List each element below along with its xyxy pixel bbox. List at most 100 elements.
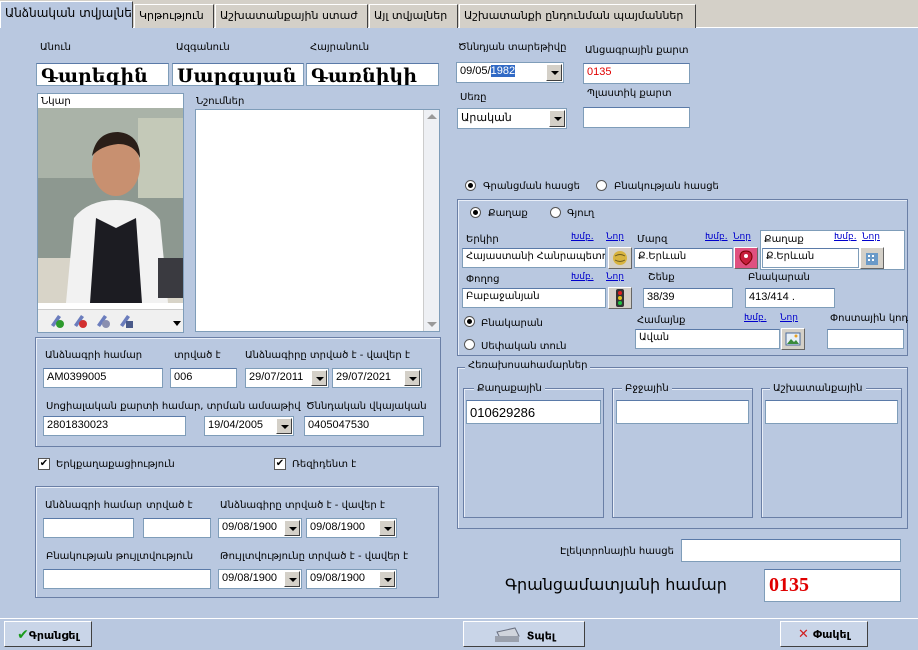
chevron-down-icon[interactable] — [549, 110, 565, 127]
print-button[interactable]: Տպել — [463, 621, 585, 647]
permit-date-from[interactable]: 09/08/1900 — [218, 569, 302, 589]
name-field[interactable]: Գարեգին — [36, 63, 169, 86]
building-label: Շենք — [648, 272, 675, 283]
birthcert-field[interactable]: 0405047530 — [304, 416, 424, 436]
city-edit-link[interactable]: Խմբ. — [834, 232, 857, 242]
print-button-label: Տպել — [526, 629, 556, 643]
passport-issued-label: տրված է — [174, 350, 221, 361]
notes-scrollbar[interactable] — [423, 110, 439, 331]
work-phone-label: Աշխատանքային — [770, 383, 866, 394]
work-phone-field[interactable] — [765, 400, 898, 424]
apartment-radio[interactable] — [464, 316, 475, 327]
tab-personal[interactable]: Անձնական տվյալներ — [0, 1, 133, 29]
passport2-number-field[interactable] — [43, 518, 134, 538]
map-pin-icon[interactable] — [734, 247, 758, 269]
edit-photo-icon[interactable] — [93, 311, 111, 332]
surname-label: Ազգանուն — [176, 42, 230, 53]
birthdate-picker[interactable]: 09/05/1982 — [456, 62, 564, 83]
street-field[interactable]: Բաբաջանյան — [462, 288, 606, 308]
residence-permit-field[interactable] — [43, 569, 211, 589]
ssn-label: Սոցիալական քարտի համար, տրման ամսաթիվ — [46, 401, 301, 412]
ssn-field[interactable]: 2801830023 — [43, 416, 186, 436]
city-phone-field[interactable]: 010629286 — [466, 400, 601, 424]
passport-issued-field[interactable]: 006 — [170, 368, 237, 388]
community-edit-link[interactable]: Խմբ. — [744, 313, 767, 323]
village-radio[interactable] — [550, 207, 561, 218]
gender-select[interactable]: Արական — [457, 108, 567, 129]
postal-code-field[interactable] — [827, 329, 904, 349]
birthdate-year[interactable]: 1982 — [490, 65, 516, 77]
dual-citizenship-checkbox[interactable]: ✔ — [38, 458, 50, 470]
city-radio[interactable] — [470, 207, 481, 218]
resident-label: Ռեզիդենտ է — [292, 459, 357, 470]
building-field[interactable]: 38/39 — [643, 288, 733, 308]
house-radio[interactable] — [464, 339, 475, 350]
email-field[interactable] — [681, 539, 901, 562]
passport-date-from[interactable]: 29/07/2011 — [245, 368, 329, 388]
chevron-down-icon[interactable] — [172, 318, 182, 328]
community-new-link[interactable]: Նոր — [780, 313, 798, 323]
chevron-down-icon[interactable] — [546, 64, 562, 81]
tab-other[interactable]: Այլ տվյալներ — [369, 4, 458, 28]
globe-icon[interactable] — [608, 247, 632, 269]
birthdate-label: Ծննդյան տարեթիվը — [458, 42, 567, 53]
ssn-date[interactable]: 19/04/2005 — [204, 416, 294, 436]
passport2-number-label: Անձնագրի համար — [45, 500, 143, 511]
street-new-link[interactable]: Նոր — [606, 272, 624, 282]
street-edit-link[interactable]: Խմբ. — [571, 272, 594, 282]
chevron-down-icon[interactable] — [379, 520, 395, 536]
city-field[interactable]: Ք.Երևան — [762, 248, 859, 268]
tab-education[interactable]: Կրթություն — [134, 4, 214, 28]
building-icon[interactable] — [860, 247, 884, 269]
registration-address-radio[interactable] — [465, 180, 476, 191]
delete-photo-icon[interactable] — [70, 311, 88, 332]
traffic-light-icon[interactable] — [608, 287, 632, 309]
plastic-card-label: Պլաստիկ քարտ — [587, 88, 672, 99]
dual-citizenship-label: Երկքաղաքացիություն — [56, 459, 175, 470]
chevron-down-icon[interactable] — [284, 571, 300, 587]
passport-date-to[interactable]: 29/07/2021 — [332, 368, 422, 388]
passcard-field[interactable]: 0135 — [583, 63, 690, 84]
country-edit-link[interactable]: Խմբ. — [571, 232, 594, 242]
chevron-down-icon[interactable] — [311, 370, 327, 386]
surname-field[interactable]: Սարգսյան — [172, 63, 304, 86]
permit-date-to[interactable]: 09/08/1900 — [306, 569, 397, 589]
village-radio-label: Գյուղ — [567, 208, 595, 219]
chevron-down-icon[interactable] — [379, 571, 395, 587]
city-new-link[interactable]: Նոր — [862, 232, 880, 242]
patronymic-field[interactable]: Գառնիկի — [306, 63, 439, 86]
chevron-down-icon[interactable] — [284, 520, 300, 536]
patronymic-label: Հայրանուն — [310, 42, 370, 53]
registry-number-field[interactable]: 0135 — [764, 569, 901, 602]
country-field[interactable]: Հայաստանի Հանրապետություն — [462, 248, 606, 268]
passport2-date-from[interactable]: 09/08/1900 — [218, 518, 302, 538]
community-field[interactable]: Ավան — [635, 329, 780, 349]
passport-date-to-value: 29/07/2021 — [336, 371, 392, 383]
passport2-date-to[interactable]: 09/08/1900 — [306, 518, 397, 538]
scan-photo-icon[interactable] — [116, 311, 134, 332]
mobile-phone-field[interactable] — [616, 400, 749, 424]
region-new-link[interactable]: Նոր — [733, 232, 751, 242]
plastic-card-field[interactable] — [583, 107, 690, 128]
email-label: Էլեկտրոնային հասցե — [560, 546, 674, 557]
add-photo-icon[interactable] — [47, 311, 65, 332]
chevron-down-icon[interactable] — [404, 370, 420, 386]
apartment-field[interactable]: 413/414 . — [745, 288, 835, 308]
region-field[interactable]: Ք.Երևան — [634, 248, 733, 268]
passport-number-field[interactable]: AM0399005 — [43, 368, 163, 388]
close-button[interactable]: ✕ Փակել — [780, 621, 868, 647]
region-edit-link[interactable]: Խմբ. — [705, 232, 728, 242]
permit-date-from-value: 09/08/1900 — [222, 572, 278, 584]
photo-label: Նկար — [41, 96, 71, 107]
passport2-issued-field[interactable] — [143, 518, 211, 538]
country-new-link[interactable]: Նոր — [606, 232, 624, 242]
register-button[interactable]: ✔Գրանցել — [4, 621, 92, 647]
chevron-down-icon[interactable] — [276, 418, 292, 434]
tab-hiring-terms[interactable]: Աշխատանքի ընդունման պայմաններ — [459, 4, 696, 28]
picture-icon[interactable] — [781, 328, 805, 350]
resident-checkbox[interactable]: ✔ — [274, 458, 286, 470]
tab-work-experience[interactable]: Աշխատանքային ստաժ — [215, 4, 368, 28]
birthdate-prefix: 09/05/ — [460, 65, 491, 77]
residence-address-radio[interactable] — [596, 180, 607, 191]
notes-textarea[interactable] — [195, 109, 440, 332]
